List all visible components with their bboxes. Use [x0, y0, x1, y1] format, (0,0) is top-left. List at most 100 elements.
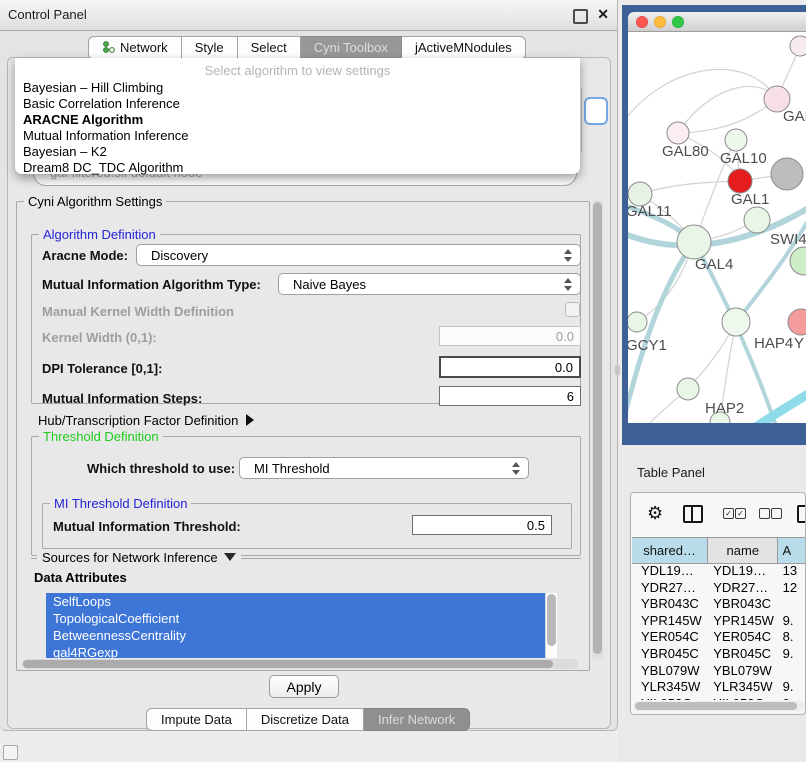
table-cell[interactable]: YIL052C — [632, 696, 708, 700]
table-cell[interactable]: YPR145W — [632, 613, 708, 630]
mi-threshold-field[interactable] — [412, 515, 552, 535]
network-node[interactable] — [677, 378, 699, 400]
table-cell[interactable]: 12 — [779, 580, 806, 597]
close-panel-icon[interactable]: ✕ — [597, 6, 609, 23]
tab-discretize-data[interactable]: Discretize Data — [247, 708, 364, 731]
algorithm-option[interactable]: Dream8 DC_TDC Algorithm — [15, 160, 580, 176]
which-threshold-select[interactable]: MI Threshold — [239, 457, 529, 479]
mi-steps-field[interactable] — [439, 386, 581, 406]
network-node[interactable] — [788, 309, 806, 335]
network-node[interactable] — [667, 122, 689, 144]
table-row[interactable]: YLR345WYLR345W9. — [632, 679, 806, 696]
settings-vertical-scrollbar[interactable] — [592, 200, 603, 660]
table-cell[interactable]: YLR345W — [708, 679, 778, 696]
aracne-mode-select[interactable]: Discovery — [136, 244, 581, 266]
network-node[interactable] — [677, 225, 711, 259]
column-header-name[interactable]: name — [708, 538, 778, 563]
table-row[interactable]: YIL052CYIL052C9 — [632, 696, 806, 700]
collapsed-panel-icon[interactable] — [3, 745, 18, 760]
attribute-list-item[interactable]: SelfLoops — [46, 593, 557, 610]
table-cell[interactable]: YPR145W — [708, 613, 778, 630]
table-row[interactable]: YBR045CYBR045C9. — [632, 646, 806, 663]
tab-infer-network[interactable]: Infer Network — [364, 708, 470, 731]
network-node[interactable] — [725, 129, 747, 151]
table-cell[interactable]: 9. — [779, 613, 806, 630]
table-cell[interactable]: YBR043C — [708, 596, 778, 613]
table-cell[interactable]: YBR045C — [632, 646, 708, 663]
table-row[interactable]: YPR145WYPR145W9. — [632, 613, 806, 630]
mi-type-select[interactable]: Naive Bayes — [278, 273, 581, 295]
table-cell[interactable] — [779, 596, 806, 613]
table-row[interactable]: YBL079WYBL079W — [632, 663, 806, 680]
minimize-traffic-light[interactable] — [654, 16, 666, 28]
network-canvas[interactable]: GALGAL80GAL10GAL1GAL11SWI4GAL4GCY1HAP4YH… — [628, 32, 806, 423]
select-all-icon[interactable]: ✓ — [723, 508, 734, 519]
table-cell[interactable]: YDR27… — [708, 580, 778, 597]
table-cell[interactable]: YBR045C — [708, 646, 778, 663]
tab-select[interactable]: Select — [238, 36, 301, 60]
float-panel-icon[interactable] — [573, 9, 588, 24]
network-window-titlebar[interactable] — [628, 12, 806, 32]
network-node[interactable] — [771, 158, 803, 190]
table-row[interactable]: YDL19…YDL19…13 — [632, 563, 806, 580]
table-row[interactable]: YDR27…YDR27…12 — [632, 580, 806, 597]
hub-definition-toggle[interactable]: Hub/Transcription Factor Definition — [38, 413, 254, 428]
table-horizontal-scrollbar[interactable] — [633, 701, 805, 711]
select-all-icon-2[interactable]: ✓ — [735, 508, 746, 519]
tab-network[interactable]: Network — [88, 36, 182, 60]
deselect-all-icon[interactable] — [759, 508, 770, 519]
table-cell[interactable]: YBR043C — [632, 596, 708, 613]
attribute-list-item[interactable]: TopologicalCoefficient — [46, 610, 557, 627]
dpi-tolerance-field[interactable] — [439, 356, 581, 378]
algorithm-option[interactable]: Bayesian – K2 — [15, 144, 580, 160]
kernel-width-field[interactable] — [439, 326, 581, 346]
algorithm-option[interactable]: Bayesian – Hill Climbing — [15, 80, 580, 96]
manual-kernel-checkbox[interactable] — [565, 302, 580, 317]
apply-button[interactable]: Apply — [269, 675, 339, 698]
scrollbar-thumb[interactable] — [635, 702, 797, 710]
table-cell[interactable]: YDL19… — [708, 563, 778, 580]
attribute-list-item[interactable]: BetweennessCentrality — [46, 627, 557, 644]
scrollbar-thumb[interactable] — [23, 660, 553, 668]
table-cell[interactable]: 13 — [779, 563, 806, 580]
algorithm-option[interactable]: Basic Correlation Inference — [15, 96, 580, 112]
network-node[interactable] — [790, 247, 806, 275]
table-cell[interactable]: 9 — [779, 696, 806, 700]
network-node[interactable] — [628, 312, 647, 332]
gear-icon[interactable]: ⚙ — [647, 503, 663, 524]
table-cell[interactable]: YER054C — [708, 629, 778, 646]
table-row[interactable]: YBR043CYBR043C — [632, 596, 806, 613]
network-node[interactable] — [722, 308, 750, 336]
network-node[interactable] — [728, 169, 752, 193]
table-cell[interactable] — [779, 663, 806, 680]
attribute-list-scrollbar[interactable] — [545, 593, 557, 658]
settings-horizontal-scrollbar[interactable] — [22, 659, 578, 669]
table-cell[interactable]: YLR345W — [632, 679, 708, 696]
splitter-handle[interactable] — [615, 365, 620, 375]
table-cell[interactable]: YDL19… — [632, 563, 708, 580]
table-cell[interactable]: 9. — [779, 646, 806, 663]
table-cell[interactable]: YDR27… — [632, 580, 708, 597]
zoom-traffic-light[interactable] — [672, 16, 684, 28]
table-cell[interactable]: YIL052C — [708, 696, 778, 700]
deselect-all-icon-2[interactable] — [771, 508, 782, 519]
table-cell[interactable]: YER054C — [632, 629, 708, 646]
network-node[interactable] — [744, 207, 770, 233]
tab-impute-data[interactable]: Impute Data — [146, 708, 247, 731]
columns-partial-icon[interactable] — [797, 505, 806, 523]
scrollbar-thumb[interactable] — [547, 594, 556, 646]
tab-style[interactable]: Style — [182, 36, 238, 60]
column-header-shared-name[interactable]: shared… — [632, 538, 708, 563]
table-row[interactable]: YER054CYER054C8. — [632, 629, 806, 646]
sources-toggle[interactable]: Sources for Network Inference — [37, 550, 241, 565]
algorithm-option[interactable]: Mutual Information Inference — [15, 128, 580, 144]
scrollbar-thumb[interactable] — [593, 202, 602, 654]
table-cell[interactable]: YBL079W — [632, 663, 708, 680]
table-cell[interactable]: 8. — [779, 629, 806, 646]
network-node[interactable] — [790, 36, 806, 56]
tab-cyni-toolbox[interactable]: Cyni Toolbox — [301, 36, 402, 60]
close-traffic-light[interactable] — [636, 16, 648, 28]
tab-jactivemnodules[interactable]: jActiveMNodules — [402, 36, 526, 60]
columns-icon[interactable] — [683, 505, 703, 523]
table-cell[interactable]: 9. — [779, 679, 806, 696]
